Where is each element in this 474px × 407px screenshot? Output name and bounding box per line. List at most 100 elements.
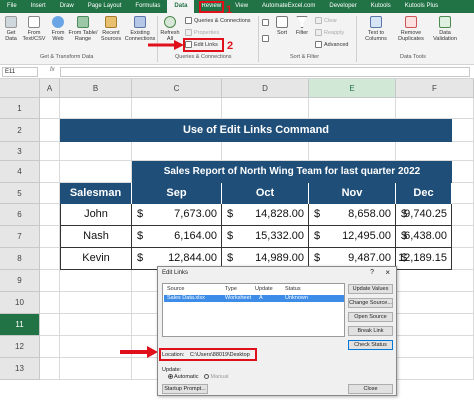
grid-cell[interactable]: [40, 183, 60, 204]
column-header-b[interactable]: B: [60, 79, 132, 98]
grid-cell[interactable]: [222, 98, 309, 119]
tab-kutools-plus[interactable]: Kutools Plus: [398, 0, 445, 13]
tab-formulas[interactable]: Formulas: [128, 0, 167, 13]
row-header-9[interactable]: 9: [0, 270, 40, 292]
fx-icon[interactable]: fx: [50, 67, 55, 73]
grid-cell[interactable]: [396, 98, 474, 119]
properties-button[interactable]: Properties: [185, 29, 219, 36]
tab-draw[interactable]: Draw: [53, 0, 81, 13]
data-validation-button[interactable]: Data Validation: [430, 16, 460, 42]
row-header-3[interactable]: 3: [0, 142, 40, 161]
grid-cell[interactable]: [396, 358, 474, 380]
grid-cell[interactable]: [60, 270, 132, 292]
row-header-7[interactable]: 7: [0, 226, 40, 248]
grid-cell[interactable]: [40, 292, 60, 314]
row-header-1[interactable]: 1: [0, 98, 40, 119]
refresh-all-button[interactable]: Refresh All: [160, 16, 180, 42]
tab-developer[interactable]: Developer: [322, 0, 363, 13]
grid-cell[interactable]: [132, 142, 222, 161]
column-header-e[interactable]: E: [309, 79, 396, 98]
existing-connections-button[interactable]: Existing Connections: [125, 16, 155, 42]
check-status-button[interactable]: Check Status: [348, 340, 393, 350]
grid-cell[interactable]: [396, 292, 474, 314]
text-to-columns-button[interactable]: Text to Columns: [360, 16, 392, 42]
from-web-button[interactable]: From Web: [49, 16, 67, 42]
tab-kutools[interactable]: Kutools: [364, 0, 398, 13]
grid-cell[interactable]: [396, 314, 474, 336]
grid-cell[interactable]: [40, 358, 60, 380]
sort-za-button[interactable]: [262, 35, 269, 42]
open-source-button[interactable]: Open Source: [348, 312, 393, 322]
row-header-8[interactable]: 8: [0, 248, 40, 270]
from-table-range-button[interactable]: From Table/ Range: [69, 16, 97, 42]
row-header-2[interactable]: 2: [0, 119, 40, 142]
grid-cell[interactable]: [40, 270, 60, 292]
tab-insert[interactable]: Insert: [24, 0, 53, 13]
filter-button[interactable]: Filter: [293, 16, 311, 36]
manual-radio[interactable]: Manual: [204, 374, 229, 380]
grid-cell[interactable]: [40, 314, 60, 336]
table-header-nov: Nov: [309, 183, 396, 204]
from-text-csv-button[interactable]: From Text/CSV: [22, 16, 46, 42]
grid-cell[interactable]: [60, 292, 132, 314]
grid-cell[interactable]: [396, 270, 474, 292]
update-values-button[interactable]: Update Values: [348, 284, 393, 294]
tab-page-layout[interactable]: Page Layout: [81, 0, 129, 13]
startup-prompt-button[interactable]: Startup Prompt...: [162, 384, 208, 394]
change-source-button[interactable]: Change Source...: [348, 298, 393, 308]
grid-cell[interactable]: [60, 142, 132, 161]
row-header-12[interactable]: 12: [0, 336, 40, 358]
row-header-5[interactable]: 5: [0, 183, 40, 204]
help-icon[interactable]: ?: [370, 269, 374, 276]
advanced-filter-button[interactable]: Advanced: [315, 41, 348, 48]
grid-cell[interactable]: [222, 142, 309, 161]
queries-connections-button[interactable]: Queries & Connections: [185, 17, 251, 24]
reapply-button[interactable]: Reapply: [315, 29, 344, 36]
column-header-c[interactable]: C: [132, 79, 222, 98]
row-header-11[interactable]: 11: [0, 314, 40, 336]
grid-cell[interactable]: [60, 161, 132, 183]
grid-cell[interactable]: [40, 161, 60, 183]
break-link-button[interactable]: Break Link: [348, 326, 393, 336]
grid-cell[interactable]: [132, 98, 222, 119]
sort-az-button[interactable]: [262, 19, 269, 26]
tab-data[interactable]: Data: [167, 0, 195, 13]
grid-cell[interactable]: [40, 248, 60, 270]
row-header-6[interactable]: 6: [0, 204, 40, 226]
grid-cell[interactable]: [60, 314, 132, 336]
sort-button[interactable]: Sort: [273, 16, 291, 36]
tab-view[interactable]: View: [228, 0, 255, 13]
grid-cell[interactable]: [60, 358, 132, 380]
name-box[interactable]: E11: [2, 67, 38, 77]
grid-cell[interactable]: [60, 98, 132, 119]
formula-input[interactable]: [60, 67, 470, 77]
remove-duplicates-button[interactable]: Remove Duplicates: [394, 16, 428, 42]
grid-cell[interactable]: [396, 142, 474, 161]
close-icon[interactable]: ×: [385, 268, 390, 277]
grid-cell[interactable]: [309, 142, 396, 161]
row-header-13[interactable]: 13: [0, 358, 40, 380]
queries-connections-label: Queries & Connections: [194, 17, 251, 24]
links-list[interactable]: Source Type Update Status Sales Data.xls…: [162, 283, 345, 337]
column-header-a[interactable]: A: [40, 79, 60, 98]
row-header-4[interactable]: 4: [0, 161, 40, 183]
row-header-10[interactable]: 10: [0, 292, 40, 314]
clear-filter-button[interactable]: Clear: [315, 17, 337, 24]
dialog-close-button[interactable]: Close: [348, 384, 393, 394]
grid-cell[interactable]: [40, 204, 60, 226]
tab-automateexcel-com[interactable]: AutomateExcel.com: [255, 0, 322, 13]
column-header-f[interactable]: F: [396, 79, 474, 98]
recent-sources-button[interactable]: Recent Sources: [99, 16, 123, 42]
grid-cell[interactable]: [40, 98, 60, 119]
select-all-corner[interactable]: [0, 79, 40, 98]
grid-cell[interactable]: [40, 142, 60, 161]
automatic-radio[interactable]: Automatic: [168, 374, 198, 380]
get-data-button[interactable]: Get Data: [3, 16, 19, 42]
column-header-d[interactable]: D: [222, 79, 309, 98]
tab-file[interactable]: File: [0, 0, 24, 13]
grid-cell[interactable]: [40, 119, 60, 142]
grid-cell[interactable]: [40, 226, 60, 248]
grid-cell[interactable]: [396, 336, 474, 358]
grid-cell[interactable]: [309, 98, 396, 119]
grid-cell[interactable]: [40, 336, 60, 358]
